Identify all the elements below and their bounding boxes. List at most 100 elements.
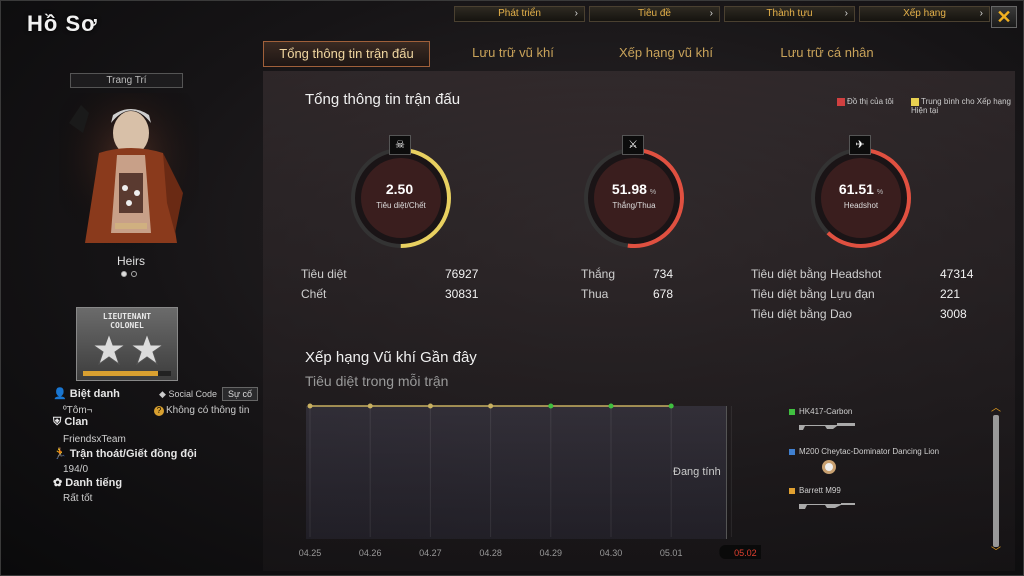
x-tick-label[interactable]: 04.28	[479, 548, 502, 558]
lion-weapon-icon	[822, 460, 836, 474]
stat-wins-label: Thắng	[581, 267, 616, 281]
reputation-icon: ✿	[53, 477, 63, 489]
tab-bar: Tổng thông tin trận đấu Lưu trữ vũ khí X…	[263, 41, 892, 67]
chart-legend-avg: Trung bình cho Xếp hạng Hiện tại	[911, 97, 1011, 115]
crossed-swords-icon: ⚔	[622, 135, 644, 155]
data-point[interactable]	[427, 403, 433, 409]
x-tick-label[interactable]: 05.02	[734, 548, 757, 558]
x-tick-label[interactable]: 04.25	[299, 548, 322, 558]
gauge-value: 51.98	[611, 181, 647, 197]
tab-weapon-archive[interactable]: Lưu trữ vũ khí	[448, 41, 578, 67]
legend-avg: Trung bình cho Xếp hạng Hiện tại	[911, 97, 1011, 115]
stat-headshot-kills-value: 47314	[940, 267, 974, 281]
data-point[interactable]	[307, 403, 313, 409]
star-insignia-icon	[91, 332, 165, 366]
nickname-label: 👤 Biệt danh	[53, 388, 120, 400]
gauge-label: Headshot	[843, 201, 879, 210]
chevron-right-icon: ›	[709, 8, 713, 19]
summary-title: Tổng thông tin trận đấu	[305, 91, 461, 108]
data-point[interactable]	[668, 403, 674, 409]
stat-knife-kills-value: 3008	[940, 307, 967, 321]
legend-swatch-mine	[837, 97, 845, 106]
tab-match-summary[interactable]: Tổng thông tin trận đấu	[263, 41, 430, 67]
reputation-label: ✿ Danh tiếng	[53, 477, 123, 489]
escape-value: 194/0	[63, 464, 89, 475]
legend-mine: Đồ thị của tôi	[847, 97, 894, 106]
rank-badge: LIEUTENANT COLONEL	[76, 307, 178, 381]
gauge-kd: ☠ 2.50 Tiêu diệt/Chết	[346, 135, 456, 253]
x-tick-label[interactable]: 04.29	[540, 548, 563, 558]
reputation-value: Rất tốt	[63, 493, 93, 504]
gauge-label: Thắng/Thua	[612, 201, 656, 210]
clan-value: FriendsxTeam	[63, 434, 126, 445]
chart-legend: Đồ thị của tôi	[837, 97, 894, 106]
stat-losses-value: 678	[653, 287, 674, 301]
nav-development-button[interactable]: Phát triển ›	[454, 6, 585, 22]
rifle-icon: ✈	[849, 135, 871, 155]
gauge-label: Tiêu diệt/Chết	[376, 201, 426, 210]
x-tick-label[interactable]: 04.27	[419, 548, 442, 558]
data-point[interactable]	[488, 403, 494, 409]
legend-swatch	[789, 448, 795, 455]
legend-swatch	[789, 408, 795, 415]
scroll-down-icon[interactable]: ﹀	[989, 548, 1003, 558]
question-icon: ?	[154, 406, 164, 416]
data-point[interactable]	[608, 403, 614, 409]
pager-dot[interactable]	[131, 271, 137, 277]
user-icon: 👤	[53, 388, 67, 400]
scroll-thumb[interactable]	[993, 415, 999, 547]
weapon-legend-1: HK417-Carbon	[789, 407, 852, 416]
pager-dot[interactable]	[121, 271, 127, 277]
gauge-value: 61.51	[838, 181, 874, 197]
character-name: Heirs	[116, 254, 145, 268]
report-button[interactable]: Sự cố	[222, 387, 258, 401]
close-icon: ✕	[996, 7, 1012, 27]
stat-losses-label: Thua	[581, 287, 609, 301]
nickname-value: ºTôm¬	[63, 405, 93, 416]
gauge-winloss: ⚔ 51.98% Thắng/Thua	[579, 135, 689, 253]
nav-ranking-button[interactable]: Xếp hạng ›	[859, 6, 990, 22]
tab-personal-archive[interactable]: Lưu trữ cá nhân	[762, 41, 892, 67]
rank-line-2: COLONEL	[110, 321, 144, 330]
decor-button[interactable]: Trang Trí	[70, 73, 183, 88]
stat-kills-value: 76927	[445, 267, 479, 281]
escape-label: 🏃 Trận thoát/Giết đồng đội	[53, 448, 197, 460]
window-title: Hồ Sơ	[27, 11, 98, 36]
stat-grenade-kills-label: Tiêu diệt bằng Lựu đạn	[751, 287, 875, 301]
clan-label: ⛨ Clan	[53, 416, 89, 428]
stat-knife-kills-label: Tiêu diệt bằng Dao	[751, 307, 852, 321]
legend-swatch	[789, 487, 795, 494]
weapon-legend-2: M200 Cheytac-Dominator Dancing Lion	[789, 447, 939, 456]
rank-line-1: LIEUTENANT	[102, 312, 152, 321]
gauge-value: 2.50	[385, 181, 414, 197]
chevron-right-icon: ›	[844, 8, 848, 19]
chevron-right-icon: ›	[979, 8, 983, 19]
no-info-text: ? Không có thông tin	[154, 405, 249, 416]
close-button[interactable]: ✕	[991, 6, 1017, 28]
data-point[interactable]	[367, 403, 373, 409]
avatar-pager[interactable]	[121, 271, 137, 277]
weapon-rank-title: Xếp hạng Vũ khí Gần đây	[305, 349, 477, 366]
chevron-right-icon: ›	[574, 8, 578, 19]
nav-achievements-button[interactable]: Thành tựu ›	[724, 6, 855, 22]
weapon-list-scrollbar[interactable]: ︿ ﹀	[989, 404, 1003, 558]
top-nav: Phát triển › Tiêu đề › Thành tựu › Xếp hạng…	[454, 6, 990, 22]
skull-icon: ☠	[389, 135, 411, 155]
hk417-gun-icon	[799, 423, 855, 430]
stat-headshot-kills-label: Tiêu diệt bằng Headshot	[751, 267, 882, 281]
x-tick-label[interactable]: 04.30	[600, 548, 623, 558]
tab-weapon-ranking[interactable]: Xếp hạng vũ khí	[586, 41, 746, 67]
gauge-ring	[351, 148, 451, 248]
barrett-gun-icon	[799, 503, 855, 509]
running-icon: 🏃	[53, 448, 67, 460]
character-avatar[interactable]	[59, 93, 199, 253]
data-point[interactable]	[548, 403, 554, 409]
profile-window: Hồ Sơ Phát triển › Tiêu đề › Thành tựu › Xế…	[0, 0, 1024, 576]
clan-icon: ⛨	[53, 416, 62, 428]
nav-titles-button[interactable]: Tiêu đề ›	[589, 6, 720, 22]
scroll-up-icon[interactable]: ︿	[989, 404, 1003, 414]
x-tick-label[interactable]: 05.01	[660, 548, 683, 558]
x-tick-label[interactable]: 04.26	[359, 548, 382, 558]
kills-line-chart: 04.25 04.26 04.27 04.28 04.29 04.30 05.01 05.02	[299, 403, 761, 559]
stat-kills-label: Tiêu diệt	[301, 267, 347, 281]
